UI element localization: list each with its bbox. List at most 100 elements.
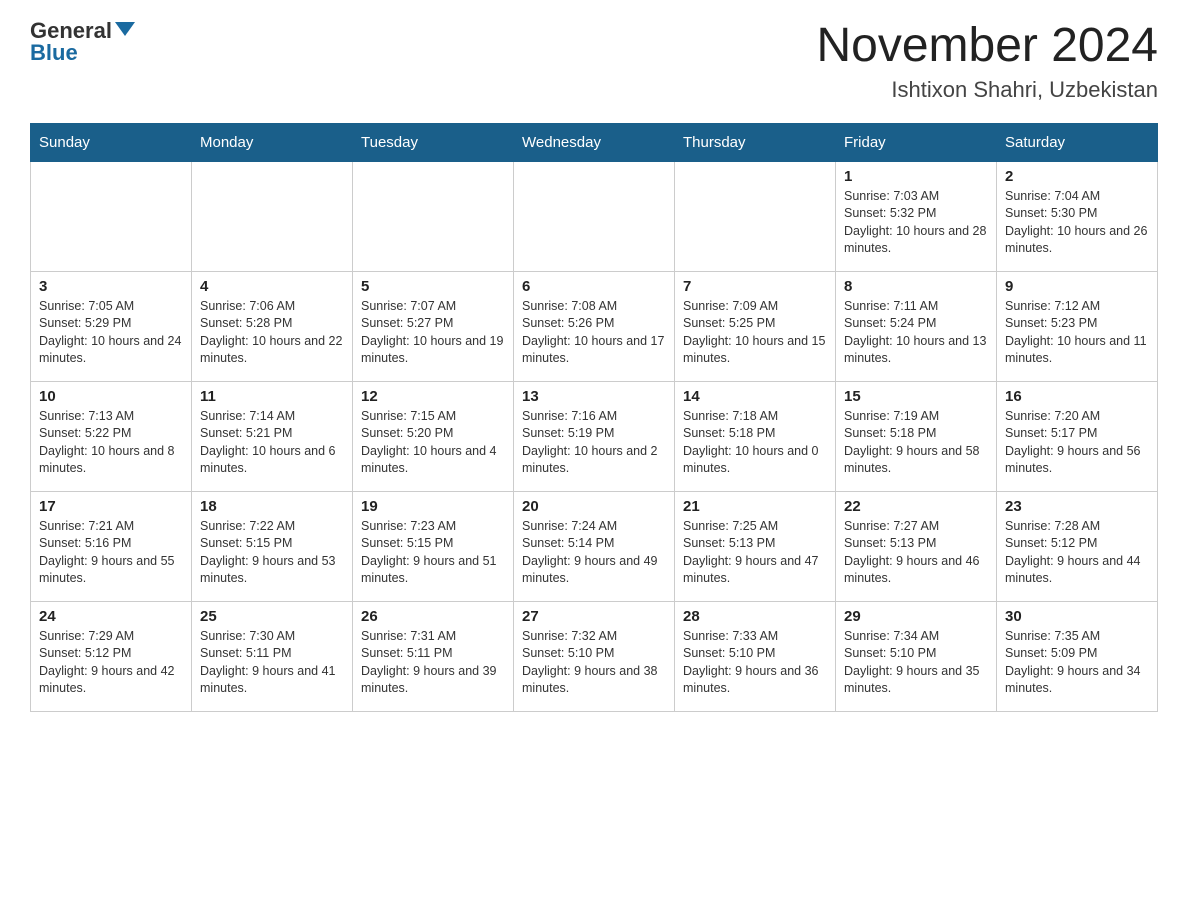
day-number: 10 <box>39 388 183 405</box>
day-number: 3 <box>39 278 183 295</box>
day-number: 29 <box>844 608 988 625</box>
day-info: Sunrise: 7:18 AMSunset: 5:18 PMDaylight:… <box>683 408 827 478</box>
day-number: 4 <box>200 278 344 295</box>
day-number: 30 <box>1005 608 1149 625</box>
day-info: Sunrise: 7:03 AMSunset: 5:32 PMDaylight:… <box>844 188 988 258</box>
day-info: Sunrise: 7:08 AMSunset: 5:26 PMDaylight:… <box>522 298 666 368</box>
calendar-cell: 1 Sunrise: 7:03 AMSunset: 5:32 PMDaylight… <box>836 161 997 271</box>
logo-triangle-icon <box>115 22 135 36</box>
day-number: 20 <box>522 498 666 515</box>
day-header-sunday: Sunday <box>31 123 192 161</box>
calendar-cell: 26Sunrise: 7:31 AMSunset: 5:11 PMDayligh… <box>353 601 514 711</box>
location-subtitle: Ishtixon Shahri, Uzbekistan <box>816 77 1158 103</box>
day-number: 11 <box>200 388 344 405</box>
day-info: Sunrise: 7:22 AMSunset: 5:15 PMDaylight:… <box>200 518 344 588</box>
day-number: 15 <box>844 388 988 405</box>
calendar-cell: 17 Sunrise: 7:21 AMSunset: 5:16 PMDayligh… <box>31 491 192 601</box>
day-info: Sunrise: 7:14 AMSunset: 5:21 PMDaylight:… <box>200 408 344 478</box>
day-header-tuesday: Tuesday <box>353 123 514 161</box>
logo-general-text: General <box>30 20 112 42</box>
day-info: Sunrise: 7:19 AMSunset: 5:18 PMDaylight:… <box>844 408 988 478</box>
calendar-cell: 12 Sunrise: 7:15 AMSunset: 5:20 PMDayligh… <box>353 381 514 491</box>
day-header-saturday: Saturday <box>997 123 1158 161</box>
day-info: Sunrise: 7:30 AMSunset: 5:11 PMDaylight:… <box>200 628 344 698</box>
calendar-cell: 30 Sunrise: 7:35 AMSunset: 5:09 PMDayligh… <box>997 601 1158 711</box>
calendar-header: SundayMondayTuesdayWednesdayThursdayFrid… <box>31 123 1158 161</box>
day-info: Sunrise: 7:23 AMSunset: 5:15 PMDaylight:… <box>361 518 505 588</box>
day-info: Sunrise: 7:16 AMSunset: 5:19 PMDaylight:… <box>522 408 666 478</box>
day-number: 22 <box>844 498 988 515</box>
day-info: Sunrise: 7:25 AMSunset: 5:13 PMDaylight:… <box>683 518 827 588</box>
day-info: Sunrise: 7:06 AMSunset: 5:28 PMDaylight:… <box>200 298 344 368</box>
calendar-cell <box>675 161 836 271</box>
day-info: Sunrise: 7:29 AMSunset: 5:12 PMDaylight:… <box>39 628 183 698</box>
calendar-cell <box>514 161 675 271</box>
calendar-cell: 13 Sunrise: 7:16 AMSunset: 5:19 PMDayligh… <box>514 381 675 491</box>
calendar-cell: 2Sunrise: 7:04 AMSunset: 5:30 PMDaylight… <box>997 161 1158 271</box>
month-year-title: November 2024 <box>816 20 1158 73</box>
day-number: 13 <box>522 388 666 405</box>
calendar-cell: 18 Sunrise: 7:22 AMSunset: 5:15 PMDayligh… <box>192 491 353 601</box>
calendar-cell: 10 Sunrise: 7:13 AMSunset: 5:22 PMDayligh… <box>31 381 192 491</box>
calendar-cell: 23 Sunrise: 7:28 AMSunset: 5:12 PMDayligh… <box>997 491 1158 601</box>
day-header-thursday: Thursday <box>675 123 836 161</box>
day-info: Sunrise: 7:32 AMSunset: 5:10 PMDaylight:… <box>522 628 666 698</box>
day-number: 9 <box>1005 278 1149 295</box>
title-area: November 2024 Ishtixon Shahri, Uzbekista… <box>816 20 1158 103</box>
day-number: 12 <box>361 388 505 405</box>
day-number: 14 <box>683 388 827 405</box>
day-info: Sunrise: 7:13 AMSunset: 5:22 PMDaylight:… <box>39 408 183 478</box>
day-header-wednesday: Wednesday <box>514 123 675 161</box>
calendar-week-4: 17 Sunrise: 7:21 AMSunset: 5:16 PMDayligh… <box>31 491 1158 601</box>
day-info: Sunrise: 7:27 AMSunset: 5:13 PMDaylight:… <box>844 518 988 588</box>
day-info: Sunrise: 7:34 AMSunset: 5:10 PMDaylight:… <box>844 628 988 698</box>
page-header: General Blue November 2024 Ishtixon Shah… <box>30 20 1158 103</box>
day-info: Sunrise: 7:33 AMSunset: 5:10 PMDaylight:… <box>683 628 827 698</box>
calendar-cell: 4 Sunrise: 7:06 AMSunset: 5:28 PMDaylight… <box>192 271 353 381</box>
calendar-cell: 29 Sunrise: 7:34 AMSunset: 5:10 PMDayligh… <box>836 601 997 711</box>
day-number: 7 <box>683 278 827 295</box>
day-number: 28 <box>683 608 827 625</box>
calendar-body: 1 Sunrise: 7:03 AMSunset: 5:32 PMDaylight… <box>31 161 1158 711</box>
calendar-cell: 19Sunrise: 7:23 AMSunset: 5:15 PMDayligh… <box>353 491 514 601</box>
day-number: 25 <box>200 608 344 625</box>
day-info: Sunrise: 7:04 AMSunset: 5:30 PMDaylight:… <box>1005 188 1149 258</box>
day-info: Sunrise: 7:05 AMSunset: 5:29 PMDaylight:… <box>39 298 183 368</box>
calendar-cell: 24 Sunrise: 7:29 AMSunset: 5:12 PMDayligh… <box>31 601 192 711</box>
day-info: Sunrise: 7:21 AMSunset: 5:16 PMDaylight:… <box>39 518 183 588</box>
calendar-cell: 5 Sunrise: 7:07 AMSunset: 5:27 PMDaylight… <box>353 271 514 381</box>
day-number: 18 <box>200 498 344 515</box>
calendar-cell: 6 Sunrise: 7:08 AMSunset: 5:26 PMDaylight… <box>514 271 675 381</box>
day-header-friday: Friday <box>836 123 997 161</box>
calendar-cell: 22 Sunrise: 7:27 AMSunset: 5:13 PMDayligh… <box>836 491 997 601</box>
calendar-cell: 15 Sunrise: 7:19 AMSunset: 5:18 PMDayligh… <box>836 381 997 491</box>
calendar-week-3: 10 Sunrise: 7:13 AMSunset: 5:22 PMDayligh… <box>31 381 1158 491</box>
day-info: Sunrise: 7:15 AMSunset: 5:20 PMDaylight:… <box>361 408 505 478</box>
calendar-cell: 8Sunrise: 7:11 AMSunset: 5:24 PMDaylight… <box>836 271 997 381</box>
calendar-cell: 20 Sunrise: 7:24 AMSunset: 5:14 PMDayligh… <box>514 491 675 601</box>
calendar-cell: 9 Sunrise: 7:12 AMSunset: 5:23 PMDaylight… <box>997 271 1158 381</box>
calendar-cell <box>353 161 514 271</box>
day-number: 6 <box>522 278 666 295</box>
day-number: 23 <box>1005 498 1149 515</box>
calendar-cell: 11 Sunrise: 7:14 AMSunset: 5:21 PMDayligh… <box>192 381 353 491</box>
calendar-cell: 25 Sunrise: 7:30 AMSunset: 5:11 PMDayligh… <box>192 601 353 711</box>
day-info: Sunrise: 7:20 AMSunset: 5:17 PMDaylight:… <box>1005 408 1149 478</box>
day-number: 24 <box>39 608 183 625</box>
calendar-week-2: 3 Sunrise: 7:05 AMSunset: 5:29 PMDaylight… <box>31 271 1158 381</box>
day-info: Sunrise: 7:09 AMSunset: 5:25 PMDaylight:… <box>683 298 827 368</box>
logo: General Blue <box>30 20 135 64</box>
day-info: Sunrise: 7:24 AMSunset: 5:14 PMDaylight:… <box>522 518 666 588</box>
day-number: 8 <box>844 278 988 295</box>
day-number: 26 <box>361 608 505 625</box>
calendar-cell: 27Sunrise: 7:32 AMSunset: 5:10 PMDayligh… <box>514 601 675 711</box>
day-info: Sunrise: 7:28 AMSunset: 5:12 PMDaylight:… <box>1005 518 1149 588</box>
day-info: Sunrise: 7:07 AMSunset: 5:27 PMDaylight:… <box>361 298 505 368</box>
day-number: 17 <box>39 498 183 515</box>
calendar-week-1: 1 Sunrise: 7:03 AMSunset: 5:32 PMDaylight… <box>31 161 1158 271</box>
day-info: Sunrise: 7:12 AMSunset: 5:23 PMDaylight:… <box>1005 298 1149 368</box>
day-number: 1 <box>844 168 988 185</box>
day-number: 5 <box>361 278 505 295</box>
day-info: Sunrise: 7:35 AMSunset: 5:09 PMDaylight:… <box>1005 628 1149 698</box>
calendar-cell <box>192 161 353 271</box>
